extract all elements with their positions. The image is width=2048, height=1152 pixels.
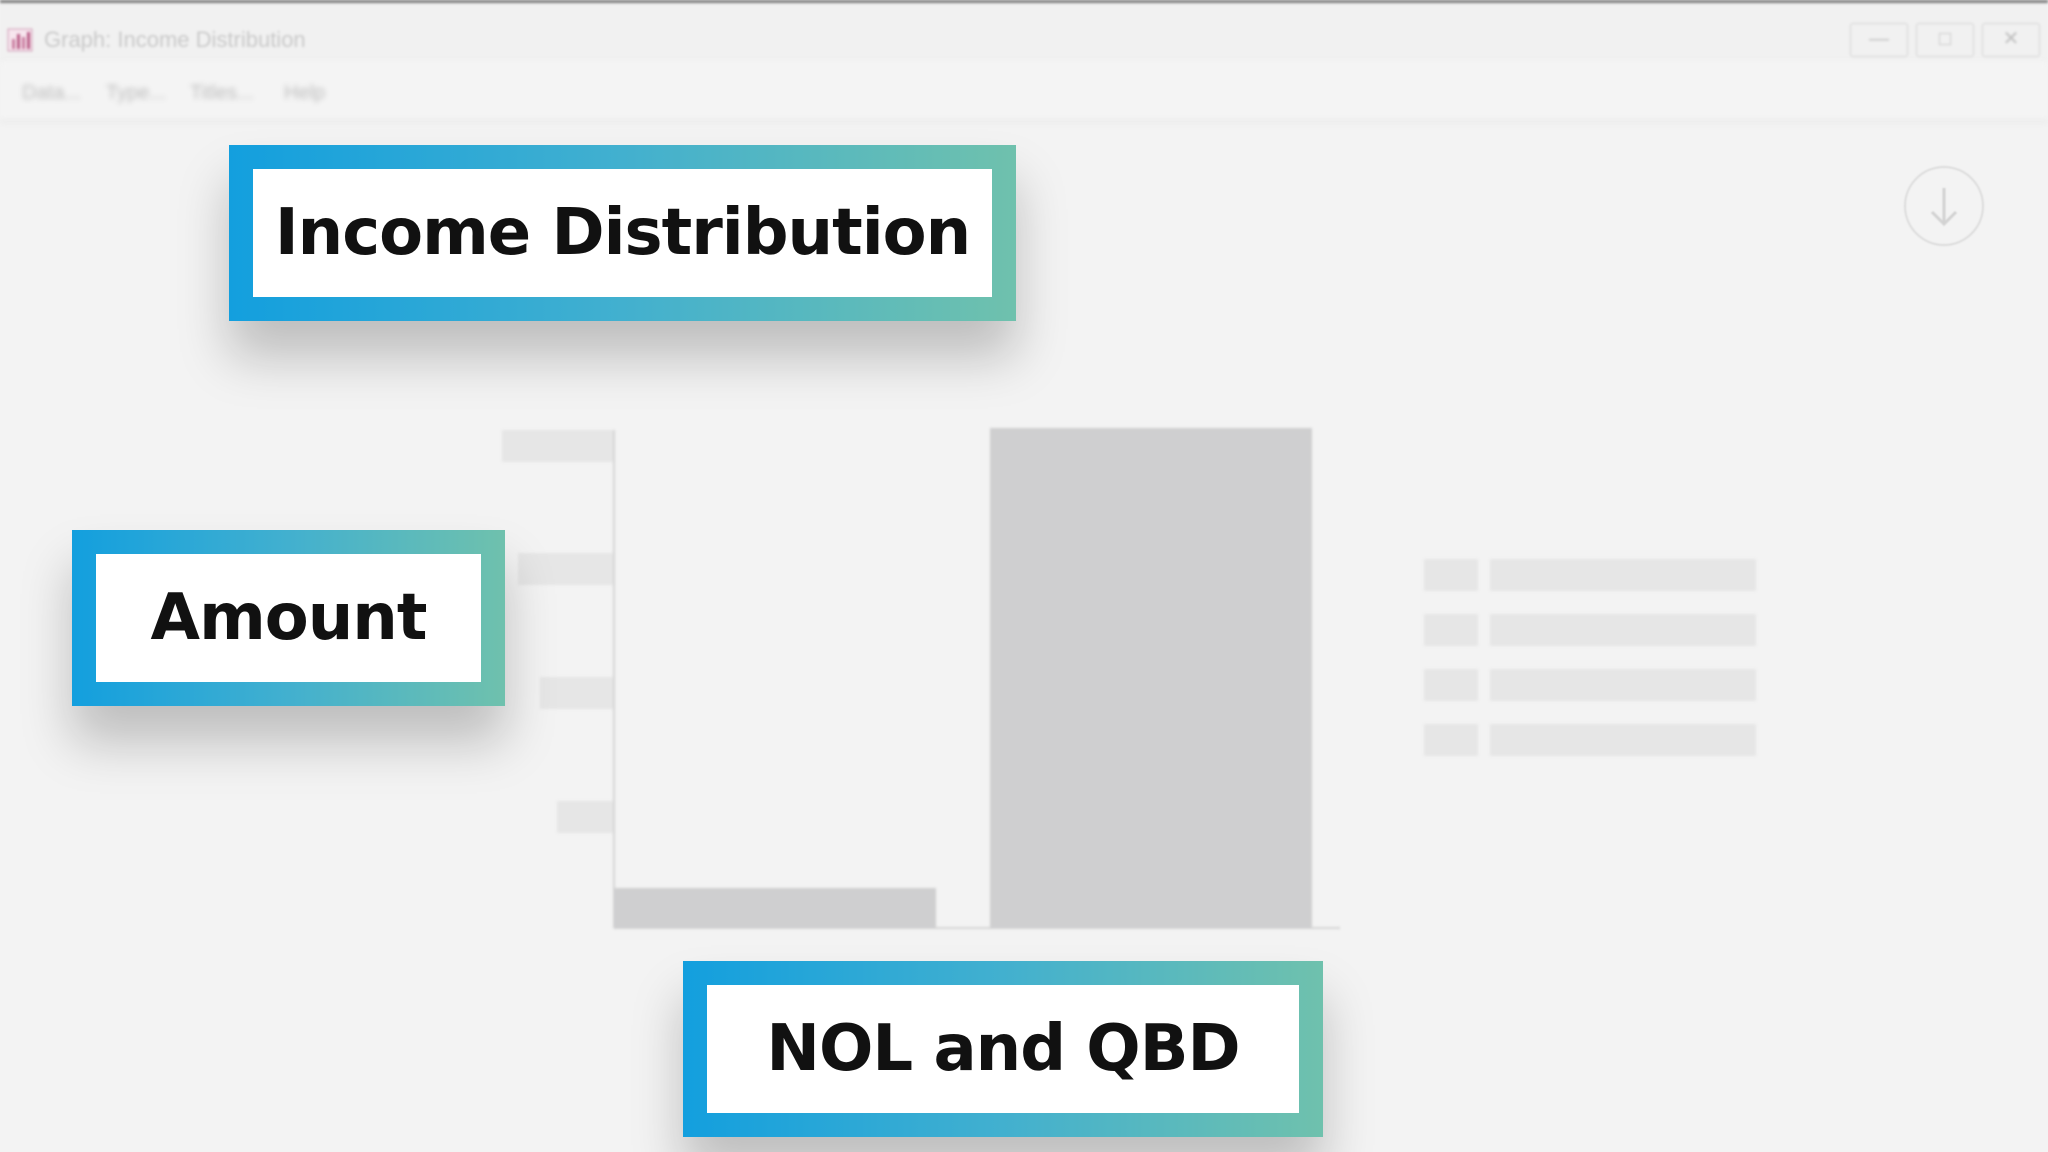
y-axis-label: Amount [96, 554, 481, 682]
legend-swatch [1424, 724, 1478, 756]
legend-label [1490, 559, 1756, 591]
chart-title-callout: Income Distribution [229, 145, 1016, 321]
legend-label [1490, 614, 1756, 646]
legend-swatch [1424, 614, 1478, 646]
x-axis-callout: NOL and QBD [683, 961, 1323, 1137]
legend-swatch [1424, 559, 1478, 591]
y-axis-callout: Amount [72, 530, 505, 706]
chart-title-label: Income Distribution [253, 169, 992, 297]
legend-label [1490, 724, 1756, 756]
legend-label [1490, 669, 1756, 701]
legend-swatch [1424, 669, 1478, 701]
x-axis-label: NOL and QBD [707, 985, 1299, 1113]
